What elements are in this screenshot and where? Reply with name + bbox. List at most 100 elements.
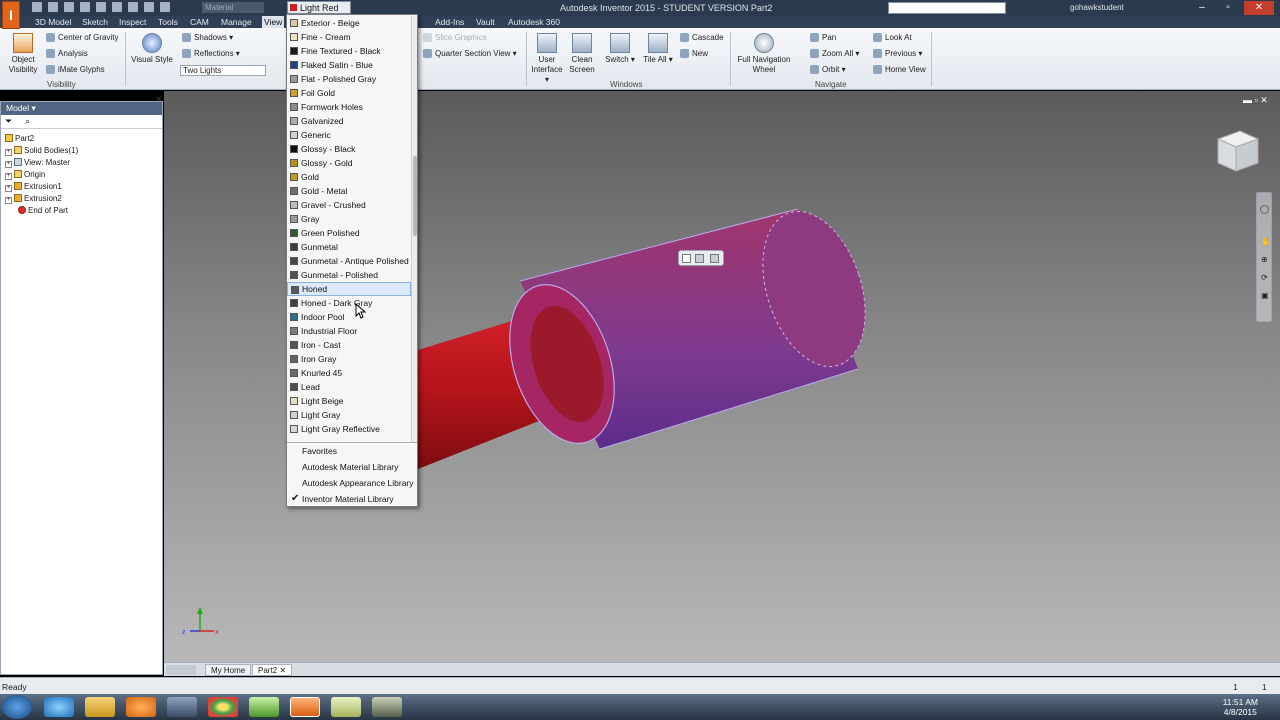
new-window-button[interactable]: New — [680, 49, 708, 59]
update-icon[interactable] — [144, 2, 154, 12]
viewcube[interactable] — [1212, 127, 1262, 173]
shadows-button[interactable]: Shadows ▾ — [182, 33, 233, 43]
appearance-item[interactable]: Foil Gold — [287, 86, 411, 100]
viewport-window-controls[interactable]: ▬ ▫ ✕ — [1243, 95, 1268, 106]
appearance-item[interactable]: Gold — [287, 170, 411, 184]
tab-inspect[interactable]: Inspect — [117, 16, 148, 28]
slice-graphics-button[interactable]: Slice Graphics — [423, 33, 487, 43]
apps-icon[interactable] — [167, 697, 197, 717]
tab-part2[interactable]: Part2 ✕ — [252, 664, 293, 676]
appearance-item[interactable]: Formwork Holes — [287, 100, 411, 114]
appearance-item[interactable]: Gunmetal — [287, 240, 411, 254]
maximize-icon[interactable]: ▫ — [1216, 1, 1240, 15]
appearance-item[interactable]: Light Gray Reflective — [287, 422, 411, 436]
pan-icon[interactable]: ✋ — [1261, 237, 1271, 246]
appearance-item[interactable]: Glossy - Black — [287, 142, 411, 156]
appearance-item[interactable]: Knurled 45 — [287, 366, 411, 380]
look-at-icon[interactable]: ▣ — [1261, 291, 1269, 300]
tab-navigation-icon[interactable] — [166, 665, 196, 675]
lighting-style-select[interactable]: Two Lights — [180, 65, 266, 76]
tree-item-part[interactable]: Part2 — [1, 133, 162, 145]
appearance-item[interactable]: Gunmetal - Polished — [287, 268, 411, 282]
appearance-item[interactable]: Fine - Cream — [287, 30, 411, 44]
library-inventor-material[interactable]: ✔ Inventor Material Library — [287, 491, 417, 507]
center-of-gravity-button[interactable]: Center of Gravity — [46, 33, 118, 43]
new-file-icon[interactable] — [32, 2, 42, 12]
appearance-item[interactable]: Lead — [287, 380, 411, 394]
appearance-item[interactable]: Flat - Polished Gray — [287, 72, 411, 86]
zoom-icon[interactable]: ⊕ — [1261, 255, 1268, 264]
steering-wheel-icon[interactable] — [1260, 205, 1269, 214]
appearance-item[interactable]: Honed - Dark Gray — [287, 296, 411, 310]
expand-icon[interactable]: + — [5, 197, 12, 204]
app-icon[interactable] — [372, 697, 402, 717]
tab-autodesk-360[interactable]: Autodesk 360 — [506, 16, 562, 28]
full-navigation-wheel-button[interactable]: Full Navigation Wheel — [735, 33, 793, 75]
tree-item-view-master[interactable]: + View: Master — [1, 157, 162, 169]
tab-3d-model[interactable]: 3D Model — [33, 16, 73, 28]
user-interface-button[interactable]: User Interface ▾ — [530, 33, 564, 85]
home-view-button[interactable]: Home View — [873, 65, 926, 75]
tab-view[interactable]: View — [262, 16, 285, 28]
internet-explorer-icon[interactable] — [44, 697, 74, 717]
quarter-section-view-button[interactable]: Quarter Section View ▾ — [423, 49, 517, 59]
zoom-all-button[interactable]: Zoom All ▾ — [810, 49, 859, 59]
appearance-item[interactable]: Glossy - Gold — [287, 156, 411, 170]
library-favorites[interactable]: Favorites — [287, 443, 417, 459]
application-menu-button[interactable]: I — [2, 1, 20, 29]
orbit-button[interactable]: Orbit ▾ — [810, 65, 846, 75]
previous-view-button[interactable]: Previous ▾ — [873, 49, 922, 59]
tree-item-extrusion2[interactable]: + Extrusion2 — [1, 193, 162, 205]
cascade-button[interactable]: Cascade — [680, 33, 724, 43]
browser-close-icon[interactable]: ✕ — [155, 94, 163, 105]
open-file-icon[interactable] — [48, 2, 58, 12]
tab-manage[interactable]: Manage — [219, 16, 254, 28]
appearance-item[interactable]: Exterior - Beige — [287, 16, 411, 30]
appearance-selector[interactable]: Light Red — [287, 1, 351, 14]
mini-toolbar[interactable] — [678, 250, 724, 266]
tab-sketch[interactable]: Sketch — [80, 16, 110, 28]
pan-button[interactable]: Pan — [810, 33, 836, 43]
appearance-list[interactable]: Exterior - Beige Fine - Cream Fine Texture… — [287, 16, 411, 442]
close-icon[interactable]: ✕ — [1244, 1, 1274, 15]
appearance-item[interactable]: Light Gray — [287, 408, 411, 422]
app-icon[interactable] — [331, 697, 361, 717]
tree-item-origin[interactable]: + Origin — [1, 169, 162, 181]
tab-add-ins[interactable]: Add-Ins — [433, 16, 466, 28]
mini-toolbar-icon[interactable] — [695, 254, 704, 263]
select-icon[interactable] — [128, 2, 138, 12]
visual-style-button[interactable]: Visual Style — [131, 33, 173, 65]
app-icon[interactable] — [249, 697, 279, 717]
properties-icon[interactable] — [160, 2, 170, 12]
find-icon[interactable]: ⌕ — [25, 116, 30, 127]
expand-icon[interactable]: + — [5, 149, 12, 156]
close-tab-icon[interactable]: ✕ — [279, 666, 286, 675]
material-selector[interactable]: Material — [202, 2, 264, 13]
appearance-item[interactable]: Gravel - Crushed — [287, 198, 411, 212]
reflections-button[interactable]: Reflections ▾ — [182, 49, 240, 59]
expand-icon[interactable]: + — [5, 161, 12, 168]
appearance-item[interactable]: Gold - Metal — [287, 184, 411, 198]
dropdown-scrollbar[interactable] — [411, 16, 417, 442]
user-name[interactable]: gohawkstudent — [1070, 3, 1124, 12]
appearance-item[interactable]: Galvanized — [287, 114, 411, 128]
help-search-input[interactable] — [888, 2, 1006, 14]
file-explorer-icon[interactable] — [85, 697, 115, 717]
mini-toolbar-icon[interactable] — [710, 254, 719, 263]
appearance-item[interactable]: Honed — [287, 282, 411, 296]
expand-icon[interactable]: + — [5, 185, 12, 192]
tab-tools[interactable]: Tools — [156, 16, 180, 28]
start-button[interactable] — [2, 695, 32, 719]
look-at-button[interactable]: Look At — [873, 33, 912, 43]
expand-icon[interactable]: + — [5, 173, 12, 180]
tab-cam[interactable]: CAM — [188, 16, 211, 28]
minimize-icon[interactable]: – — [1190, 1, 1214, 15]
tab-vault[interactable]: Vault — [474, 16, 497, 28]
system-clock[interactable]: 11:51 AM 4/8/2015 — [1223, 697, 1258, 717]
tree-item-end-of-part[interactable]: End of Part — [1, 205, 162, 217]
scrollbar-thumb[interactable] — [413, 156, 417, 236]
library-autodesk-appearance[interactable]: Autodesk Appearance Library — [287, 475, 417, 491]
media-player-icon[interactable] — [126, 697, 156, 717]
model-browser-header[interactable]: Model ▾ — [1, 102, 162, 115]
chrome-icon[interactable] — [208, 697, 238, 717]
